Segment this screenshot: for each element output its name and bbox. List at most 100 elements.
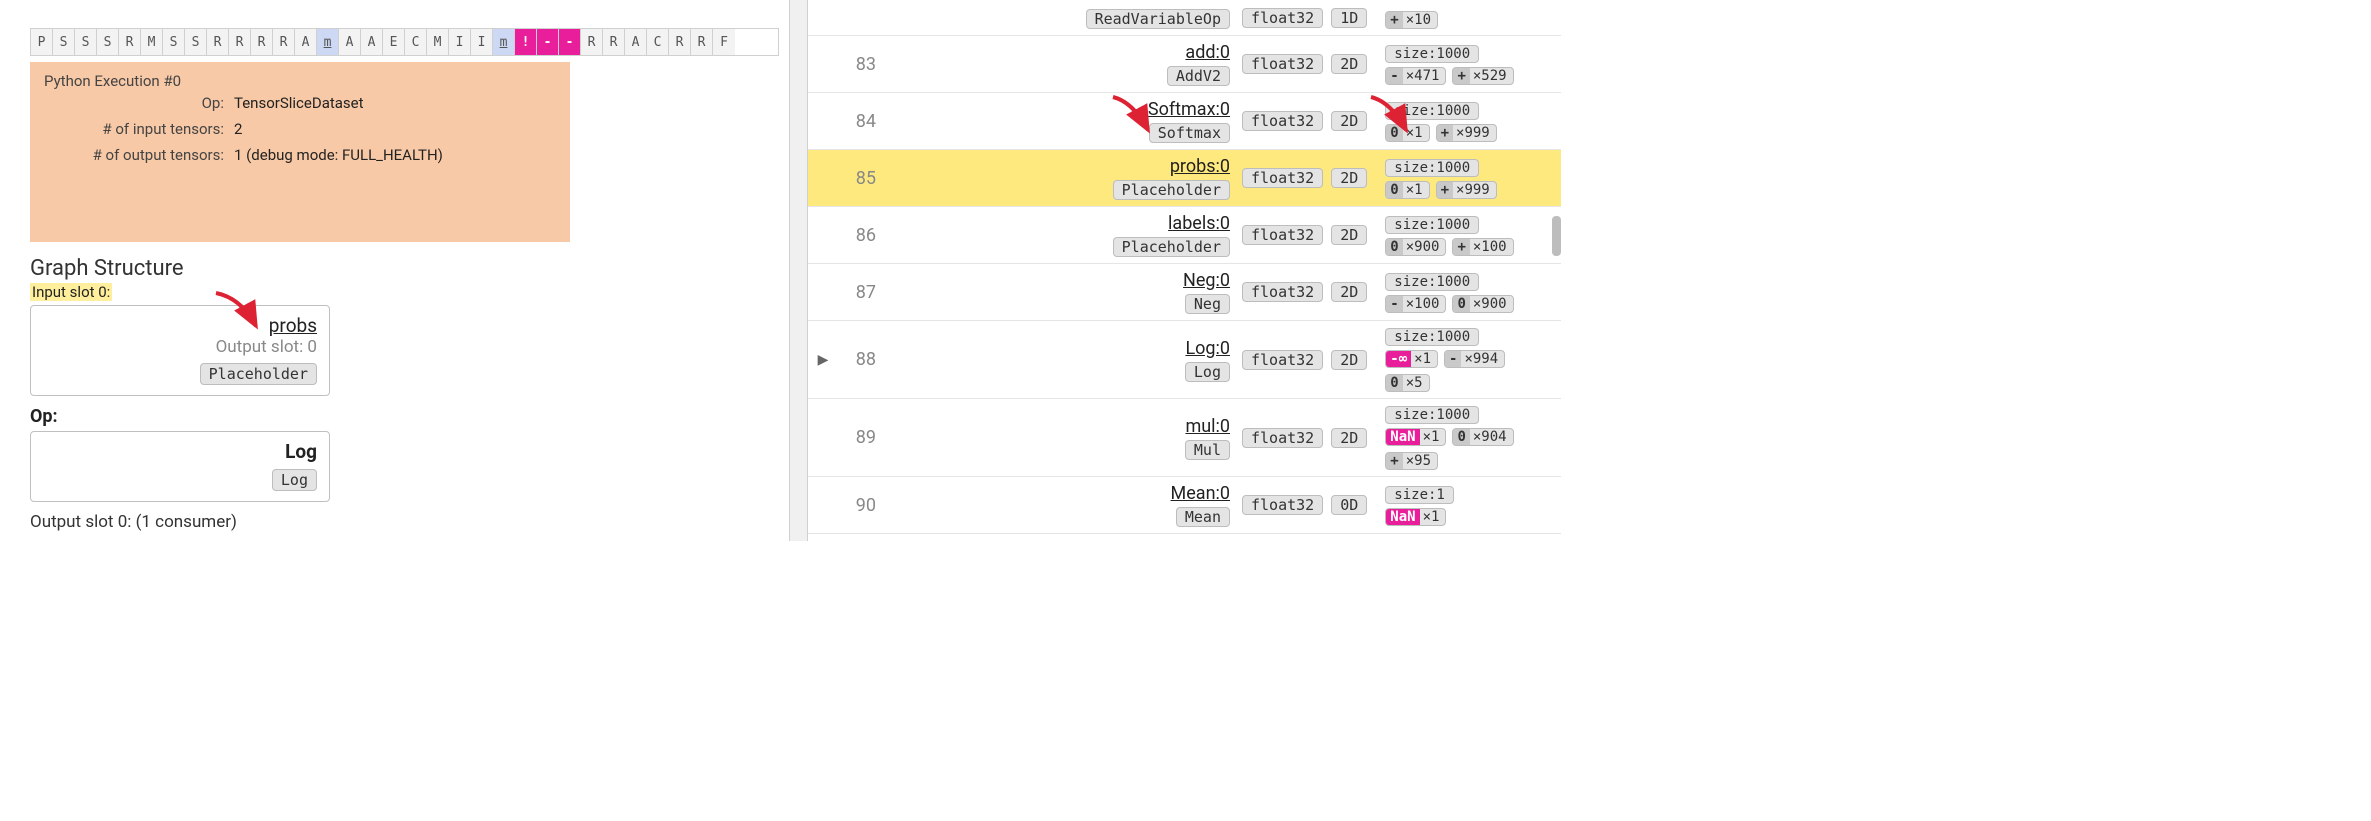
tag-cell[interactable]: I bbox=[449, 29, 471, 55]
tensor-part-chip: -∞×1 bbox=[1385, 350, 1438, 368]
table-row[interactable]: 90Mean:0Meanfloat320Dsize:1NaN×1 bbox=[808, 477, 1561, 534]
size-chip: size:1000 bbox=[1385, 216, 1479, 234]
tag-cell[interactable]: R bbox=[207, 29, 229, 55]
rank-chip: 1D bbox=[1331, 8, 1367, 28]
table-row[interactable]: 91Placeholder:0Placeholderfloat322Dsize:… bbox=[808, 534, 1561, 541]
tag-cell[interactable]: m bbox=[317, 29, 339, 55]
tag-cell[interactable]: R bbox=[691, 29, 713, 55]
detail-key: # of output tensors: bbox=[44, 146, 234, 164]
detail-key: # of input tensors: bbox=[44, 120, 234, 138]
dtype-chip: float32 bbox=[1242, 111, 1323, 131]
table-row[interactable]: 85probs:0Placeholderfloat322Dsize:10000×… bbox=[808, 150, 1561, 207]
tag-cell[interactable]: P bbox=[31, 29, 53, 55]
row-index: 83 bbox=[838, 54, 888, 75]
table-row[interactable]: 86labels:0Placeholderfloat322Dsize:10000… bbox=[808, 207, 1561, 264]
tag-cell[interactable]: M bbox=[427, 29, 449, 55]
rank-chip: 2D bbox=[1331, 225, 1367, 245]
tag-cell[interactable]: E bbox=[383, 29, 405, 55]
tensor-part-chip: +×10 bbox=[1385, 11, 1438, 29]
tag-cell[interactable]: m bbox=[493, 29, 515, 55]
op-link[interactable]: labels:0 bbox=[888, 213, 1230, 234]
tag-cell[interactable]: I bbox=[471, 29, 493, 55]
size-chip: size:1000 bbox=[1385, 45, 1479, 63]
table-row[interactable]: 87Neg:0Negfloat322Dsize:1000-×1000×900 bbox=[808, 264, 1561, 321]
tensor-info: size:1000-×471+×529 bbox=[1371, 44, 1551, 85]
execution-detail-card: Python Execution #0 Op:TensorSliceDatase… bbox=[30, 62, 570, 242]
op-type-chip: Mean bbox=[1176, 507, 1230, 527]
tag-cell[interactable]: S bbox=[53, 29, 75, 55]
tensor-info: size:1000-×1000×900 bbox=[1371, 272, 1551, 313]
tag-cell[interactable]: A bbox=[295, 29, 317, 55]
input-node-op-chip: Placeholder bbox=[200, 363, 317, 385]
op-link[interactable]: Neg:0 bbox=[888, 270, 1230, 291]
tag-cell[interactable]: A bbox=[339, 29, 361, 55]
tag-cell[interactable]: M bbox=[141, 29, 163, 55]
op-cell: add:0AddV2 bbox=[888, 42, 1238, 86]
execution-detail-title: Python Execution #0 bbox=[44, 72, 556, 90]
tensor-part-chip: +×999 bbox=[1436, 124, 1497, 142]
rank-chip: 2D bbox=[1331, 428, 1367, 448]
table-row[interactable]: 89mul:0Mulfloat322Dsize:1000NaN×10×904+×… bbox=[808, 399, 1561, 477]
rank-chip: 0D bbox=[1331, 495, 1367, 515]
annotation-arrow-icon bbox=[211, 288, 271, 338]
tag-cell[interactable]: S bbox=[185, 29, 207, 55]
expand-toggle[interactable]: ▶ bbox=[808, 352, 838, 368]
op-link[interactable]: probs:0 bbox=[888, 156, 1230, 177]
tag-cell[interactable]: ! bbox=[515, 29, 537, 55]
tag-cell[interactable]: - bbox=[537, 29, 559, 55]
tensor-info: size:1000-∞×1-×9940×5 bbox=[1371, 327, 1551, 392]
op-node-card[interactable]: Log Log bbox=[30, 431, 330, 502]
detail-value: 2 bbox=[234, 120, 242, 138]
tag-cell[interactable]: R bbox=[581, 29, 603, 55]
tensor-info: size:10000×900+×100 bbox=[1371, 215, 1551, 256]
tag-cell[interactable]: A bbox=[361, 29, 383, 55]
pane-divider[interactable] bbox=[790, 0, 808, 541]
tensor-info: size:1000NaN×10-×950×7 bbox=[1371, 540, 1551, 541]
tag-cell[interactable]: F bbox=[713, 29, 735, 55]
table-row[interactable]: ▶88Log:0Logfloat322Dsize:1000-∞×1-×9940×… bbox=[808, 321, 1561, 399]
op-type-chip: Log bbox=[1185, 362, 1230, 382]
tensor-part-chip: -×994 bbox=[1444, 350, 1505, 368]
op-link[interactable]: Log:0 bbox=[888, 338, 1230, 359]
tag-cell[interactable]: S bbox=[97, 29, 119, 55]
tag-cell[interactable]: - bbox=[559, 29, 581, 55]
op-cell: probs:0Placeholder bbox=[888, 156, 1238, 200]
tag-cell[interactable]: R bbox=[273, 29, 295, 55]
op-node-op-chip: Log bbox=[272, 469, 317, 491]
tag-cell[interactable]: C bbox=[647, 29, 669, 55]
op-cell: mul:0Mul bbox=[888, 416, 1238, 460]
tag-cell[interactable]: R bbox=[119, 29, 141, 55]
tag-cell[interactable]: A bbox=[625, 29, 647, 55]
tensor-part-chip: NaN×1 bbox=[1385, 508, 1446, 526]
tensor-part-chip: 0×900 bbox=[1385, 238, 1446, 256]
tag-cell[interactable]: S bbox=[163, 29, 185, 55]
table-row[interactable]: 84Softmax:0Softmaxfloat322Dsize:10000×1+… bbox=[808, 93, 1561, 150]
detail-row: # of output tensors:1 (debug mode: FULL_… bbox=[44, 146, 556, 172]
dtype-chip: float32 bbox=[1242, 282, 1323, 302]
tensor-part-chip: -×471 bbox=[1385, 67, 1446, 85]
table-row[interactable]: 83add:0AddV2float322Dsize:1000-×471+×529 bbox=[808, 36, 1561, 93]
tag-cell[interactable]: R bbox=[251, 29, 273, 55]
op-cell: labels:0Placeholder bbox=[888, 213, 1238, 257]
op-cell: Mean:0 Mean bbox=[888, 483, 1238, 527]
tag-cell[interactable]: S bbox=[75, 29, 97, 55]
size-chip: size:1000 bbox=[1385, 159, 1479, 177]
row-index: 85 bbox=[838, 168, 888, 189]
input-node-name[interactable]: probs bbox=[269, 314, 317, 337]
tensor-part-chip: 0×5 bbox=[1385, 374, 1429, 392]
tag-cell[interactable]: R bbox=[229, 29, 251, 55]
tensor-part-chip: 0×1 bbox=[1385, 124, 1429, 142]
input-node-card[interactable]: probs Output slot: 0 Placeholder bbox=[30, 305, 330, 396]
size-chip: size:1000 bbox=[1385, 406, 1479, 424]
tensor-part-chip: +×95 bbox=[1385, 452, 1438, 470]
table-row[interactable]: ReadVariableOpfloat321D+×10 bbox=[808, 0, 1561, 36]
op-link[interactable]: Softmax:0 bbox=[888, 99, 1230, 120]
op-link[interactable]: add:0 bbox=[888, 42, 1230, 63]
op-link[interactable]: mul:0 bbox=[888, 416, 1230, 437]
tag-cell[interactable]: R bbox=[669, 29, 691, 55]
scrollbar-thumb[interactable] bbox=[1552, 216, 1561, 256]
dtype-chip: float32 bbox=[1242, 54, 1323, 74]
op-link[interactable]: Mean:0 bbox=[888, 483, 1230, 504]
tag-cell[interactable]: R bbox=[603, 29, 625, 55]
tag-cell[interactable]: C bbox=[405, 29, 427, 55]
